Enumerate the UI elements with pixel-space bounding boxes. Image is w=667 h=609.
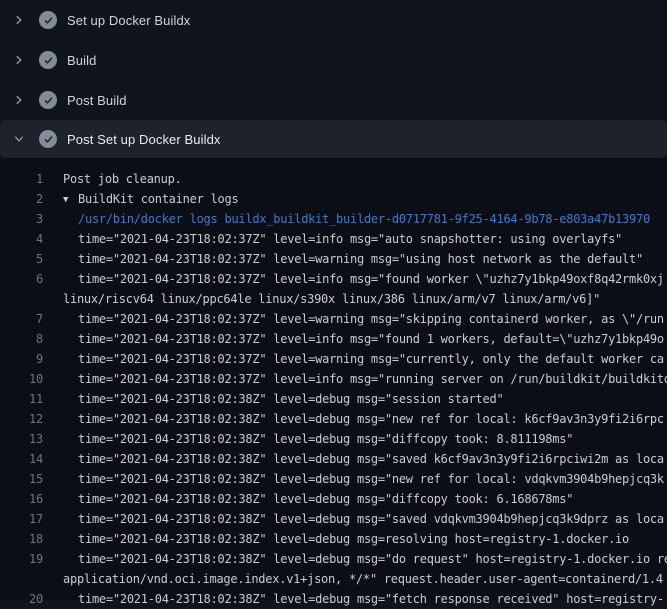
steps-list: Set up Docker Buildx Build Post Build Po… (0, 0, 667, 158)
log-text: time="2021-04-23T18:02:37Z" level=info m… (78, 329, 664, 349)
success-check-icon (39, 51, 57, 69)
log-text: time="2021-04-23T18:02:38Z" level=debug … (78, 529, 629, 549)
chevron-down-icon (12, 132, 26, 146)
log-row: 18 time="2021-04-23T18:02:38Z" level=debu… (0, 529, 667, 549)
log-row: 7 time="2021-04-23T18:02:37Z" level=warni… (0, 309, 667, 329)
step-row-setup-docker-buildx[interactable]: Set up Docker Buildx (0, 0, 667, 40)
step-row-build[interactable]: Build (0, 40, 667, 80)
chevron-right-icon (12, 13, 26, 27)
log-row: 14 time="2021-04-23T18:02:38Z" level=debu… (0, 449, 667, 469)
log-row: 12 time="2021-04-23T18:02:38Z" level=debu… (0, 409, 667, 429)
group-collapse-icon[interactable]: ▼ (63, 190, 78, 209)
success-check-icon (39, 11, 57, 29)
line-number[interactable]: 9 (0, 349, 43, 369)
log-text: time="2021-04-23T18:02:38Z" level=debug … (78, 469, 664, 489)
line-number[interactable]: 2 (0, 189, 43, 209)
log-row: 4 time="2021-04-23T18:02:37Z" level=info … (0, 229, 667, 249)
log-text: time="2021-04-23T18:02:38Z" level=debug … (78, 509, 664, 529)
log-row: 8 time="2021-04-23T18:02:37Z" level=info … (0, 329, 667, 349)
chevron-right-icon (12, 53, 26, 67)
log-text: time="2021-04-23T18:02:37Z" level=warnin… (78, 349, 664, 369)
log-text: time="2021-04-23T18:02:38Z" level=debug … (78, 389, 503, 409)
log-text: time="2021-04-23T18:02:38Z" level=debug … (78, 549, 667, 569)
log-row: 11 time="2021-04-23T18:02:38Z" level=debu… (0, 389, 667, 409)
line-number[interactable]: 4 (0, 229, 43, 249)
line-number (0, 569, 43, 589)
log-row: application/vnd.oci.image.index.v1+json,… (0, 569, 667, 589)
log-text: time="2021-04-23T18:02:38Z" level=debug … (78, 589, 664, 609)
log-rows: 1 Post job cleanup. 2 ▼BuildKit container l… (0, 169, 667, 609)
line-number[interactable]: 13 (0, 429, 43, 449)
step-label: Post Build (67, 93, 127, 108)
log-text: time="2021-04-23T18:02:37Z" level=info m… (78, 369, 667, 389)
log-row: 10 time="2021-04-23T18:02:37Z" level=info… (0, 369, 667, 389)
line-number[interactable]: 18 (0, 529, 43, 549)
step-label: Build (67, 53, 96, 68)
line-number[interactable]: 11 (0, 389, 43, 409)
line-number[interactable]: 15 (0, 469, 43, 489)
log-row: 16 time="2021-04-23T18:02:38Z" level=debu… (0, 489, 667, 509)
line-number[interactable]: 10 (0, 369, 43, 389)
log-text: time="2021-04-23T18:02:37Z" level=warnin… (78, 309, 664, 329)
line-number[interactable]: 16 (0, 489, 43, 509)
log-row: 19 time="2021-04-23T18:02:38Z" level=debu… (0, 549, 667, 569)
log-console: 1 Post job cleanup. 2 ▼BuildKit container l… (0, 158, 667, 600)
log-group-toggle[interactable]: ▼BuildKit container logs (63, 189, 238, 209)
log-text: time="2021-04-23T18:02:37Z" level=info m… (78, 229, 622, 249)
log-group-label: BuildKit container logs (78, 192, 238, 206)
log-text: time="2021-04-23T18:02:38Z" level=debug … (78, 429, 573, 449)
log-text: time="2021-04-23T18:02:38Z" level=debug … (78, 449, 664, 469)
log-row: 5 time="2021-04-23T18:02:37Z" level=warni… (0, 249, 667, 269)
step-row-post-setup-docker-buildx[interactable]: Post Set up Docker Buildx (0, 120, 667, 158)
log-row: 20 time="2021-04-23T18:02:38Z" level=debu… (0, 589, 667, 609)
line-number[interactable]: 1 (0, 169, 43, 189)
success-check-icon (39, 91, 57, 109)
step-row-post-build[interactable]: Post Build (0, 80, 667, 120)
log-text: application/vnd.oci.image.index.v1+json,… (63, 569, 663, 589)
step-label: Set up Docker Buildx (67, 13, 190, 28)
log-row: 3/usr/bin/docker logs buildx_buildkit_bu… (0, 209, 667, 229)
log-text: time="2021-04-23T18:02:37Z" level=info m… (78, 269, 664, 289)
line-number[interactable]: 5 (0, 249, 43, 269)
line-number[interactable]: 17 (0, 509, 43, 529)
line-number[interactable]: 19 (0, 549, 43, 569)
log-text: linux/riscv64 linux/ppc64le linux/s390x … (63, 289, 600, 309)
log-text: time="2021-04-23T18:02:37Z" level=warnin… (78, 249, 643, 269)
line-number[interactable]: 14 (0, 449, 43, 469)
log-row: 17 time="2021-04-23T18:02:38Z" level=debu… (0, 509, 667, 529)
log-text: time="2021-04-23T18:02:38Z" level=debug … (78, 409, 664, 429)
success-check-icon (39, 130, 57, 148)
log-text: Post job cleanup. (63, 169, 182, 189)
line-number (0, 289, 43, 309)
chevron-right-icon (12, 93, 26, 107)
line-number[interactable]: 7 (0, 309, 43, 329)
line-number[interactable]: 12 (0, 409, 43, 429)
log-row: 15 time="2021-04-23T18:02:38Z" level=debu… (0, 469, 667, 489)
log-row: 13 time="2021-04-23T18:02:38Z" level=debu… (0, 429, 667, 449)
log-text: time="2021-04-23T18:02:38Z" level=debug … (78, 489, 573, 509)
log-row: 6 time="2021-04-23T18:02:37Z" level=info … (0, 269, 667, 289)
line-number[interactable]: 20 (0, 589, 43, 609)
log-row: linux/riscv64 linux/ppc64le linux/s390x … (0, 289, 667, 309)
log-row: 9 time="2021-04-23T18:02:37Z" level=warni… (0, 349, 667, 369)
line-number[interactable]: 8 (0, 329, 43, 349)
step-label: Post Set up Docker Buildx (67, 132, 221, 147)
log-row: 1 Post job cleanup. (0, 169, 667, 189)
line-number[interactable]: 6 (0, 269, 43, 289)
log-command-text: /usr/bin/docker logs buildx_buildkit_bui… (78, 209, 650, 229)
line-number[interactable]: 3 (0, 209, 43, 229)
log-row: 2 ▼BuildKit container logs (0, 189, 667, 209)
